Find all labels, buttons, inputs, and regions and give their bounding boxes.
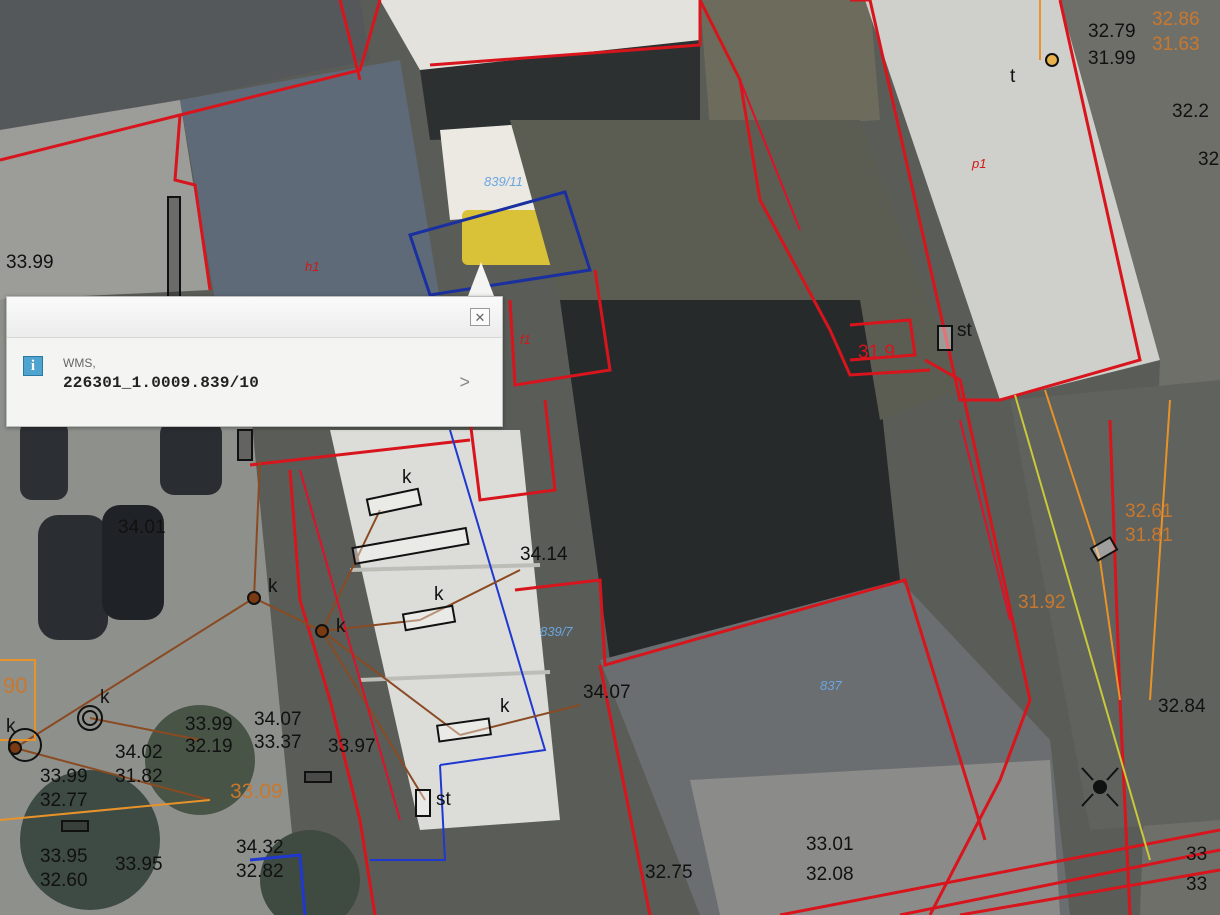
elevation-label: 33.99	[185, 714, 233, 735]
elevation-label: 32.79	[1088, 21, 1136, 42]
elevation-label: 33.95	[115, 854, 163, 875]
close-icon: ✕	[474, 309, 486, 325]
point-letter: k	[336, 616, 346, 637]
elevation-label: 32.82	[236, 861, 284, 882]
gas-elevation-label: 31.63	[1152, 34, 1200, 55]
point-letter: k	[402, 467, 412, 488]
elevation-label: 34.07	[583, 682, 631, 703]
building-code-label: f1	[520, 332, 531, 347]
parcel-number-label: 837	[820, 678, 842, 693]
elevation-label: 32.60	[40, 870, 88, 891]
point-letter: k	[6, 716, 16, 737]
elevation-label: 33.97	[328, 736, 376, 757]
popup-header: ✕	[7, 297, 502, 338]
point-letter: t	[1010, 66, 1016, 87]
map-canvas[interactable]: 33.99 34.01 34.14 34.07 33.99 32.19 34.0…	[0, 0, 1220, 915]
chevron-right-icon[interactable]: >	[459, 372, 470, 393]
identify-popup: ✕ i WMS, 226301_1.0009.839/10 >	[6, 296, 503, 427]
building-code-label: h1	[305, 259, 319, 274]
elevation-label: 33	[1186, 844, 1207, 865]
gas-elevation-label: 31.92	[1018, 592, 1066, 613]
parcel-number-label: 839/7	[540, 624, 573, 639]
elevation-label: 32.75	[645, 862, 693, 883]
red-elevation-labels: 31.9	[858, 342, 895, 363]
point-letter: st	[957, 320, 973, 341]
building-code-label: p1	[971, 156, 986, 171]
elevation-label: 33.01	[806, 834, 854, 855]
elevation-label: 32.2	[1172, 101, 1209, 122]
gas-elevation-label: 31.81	[1125, 525, 1173, 546]
point-letter: k	[500, 696, 510, 717]
close-button[interactable]: ✕	[470, 308, 490, 326]
gas-elevation-label: 90	[3, 673, 27, 698]
gas-elevation-label: 33.09	[230, 780, 283, 803]
parcel-number-label: 839/11	[484, 174, 523, 189]
elevation-label: 33.95	[40, 846, 88, 867]
gas-elevation-label: 32.61	[1125, 501, 1173, 522]
gas-elevation-label: 32.86	[1152, 9, 1200, 30]
point-letter: k	[268, 576, 278, 597]
elevation-label: 34.07	[254, 709, 302, 730]
point-letter: k	[100, 687, 110, 708]
elevation-label: 33	[1186, 874, 1207, 895]
aerial-imagery	[0, 0, 1220, 915]
elevation-label: 32	[1198, 149, 1219, 170]
elevation-label: 31.99	[1088, 48, 1136, 69]
elevation-label: 31.82	[115, 766, 163, 787]
result-feature-id: 226301_1.0009.839/10	[63, 374, 260, 392]
point-letter: st	[436, 789, 452, 810]
elevation-label: 32.77	[40, 790, 88, 811]
elevation-label: 32.08	[806, 864, 854, 885]
elevation-label: 33.37	[254, 732, 302, 753]
elevation-label: 34.01	[118, 517, 166, 538]
elevation-label: 32.84	[1158, 696, 1206, 717]
elevation-label: 34.32	[236, 837, 284, 858]
popup-result-row[interactable]: i WMS, 226301_1.0009.839/10 >	[7, 338, 502, 428]
result-source-label: WMS,	[63, 356, 96, 370]
elevation-label: 32.19	[185, 736, 233, 757]
point-letter: k	[434, 584, 444, 605]
elevation-label: 34.14	[520, 544, 568, 565]
elevation-label: 33.99	[40, 766, 88, 787]
red-elevation-label: 31.9	[858, 342, 895, 363]
info-icon: i	[23, 356, 43, 376]
popup-pointer	[468, 262, 494, 296]
elevation-label: 33.99	[6, 252, 54, 273]
elevation-label: 34.02	[115, 742, 163, 763]
